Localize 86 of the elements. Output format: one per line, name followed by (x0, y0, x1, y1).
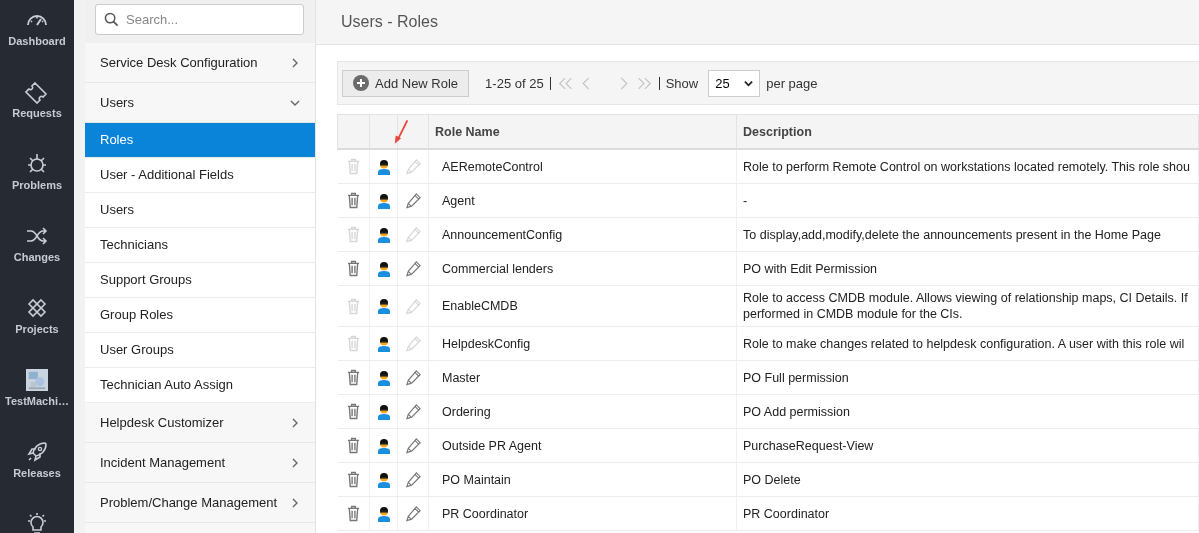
role-name: Agent (428, 183, 737, 218)
user-icon[interactable] (376, 298, 391, 314)
per-page-select[interactable]: 25 (708, 69, 761, 97)
chevron-right-icon (290, 57, 300, 68)
annotation-arrow (393, 118, 411, 146)
menu-item[interactable]: Support Groups (85, 263, 315, 298)
user-icon[interactable] (376, 505, 391, 522)
role-description: To display,add,modify,delete the announcements present in the Home Page (736, 217, 1199, 252)
nav-item[interactable]: Dashboard (0, 6, 74, 78)
menu-item[interactable]: Technician Auto Assign (85, 368, 315, 403)
menu-item[interactable]: User - Additional Fields (85, 158, 315, 193)
menu-item[interactable]: Group Roles (85, 298, 315, 333)
user-icon[interactable] (376, 369, 391, 386)
chevron-right-icon (290, 497, 300, 508)
role-description: - (736, 183, 1199, 218)
user-icon[interactable] (376, 471, 391, 488)
trash-icon[interactable] (346, 437, 360, 454)
nav-item[interactable]: TestMachi… (0, 366, 74, 438)
menu-item[interactable]: User Groups (85, 333, 315, 368)
role-description: PO Full permission (736, 360, 1199, 395)
column-header[interactable]: Role Name (428, 114, 737, 149)
pencil-icon[interactable] (404, 505, 422, 522)
role-name: AERemoteControl (428, 149, 737, 184)
nav-item[interactable]: Changes (0, 222, 74, 294)
rocket-icon (25, 440, 49, 464)
trash-icon[interactable] (346, 192, 360, 209)
pencil-icon[interactable] (404, 437, 422, 454)
user-icon[interactable] (376, 335, 391, 352)
ticket-icon (25, 80, 49, 104)
user-icon[interactable] (376, 437, 391, 454)
per-page-label: per page (766, 75, 818, 91)
pencil-icon[interactable] (404, 369, 422, 386)
user-icon[interactable] (376, 403, 391, 420)
role-name: Outside PR Agent (428, 428, 737, 463)
role-description: PurchaseRequest-View (736, 428, 1199, 463)
pencil-icon[interactable] (404, 192, 422, 209)
nav-item[interactable]: Projects (0, 294, 74, 366)
trash-icon[interactable] (346, 403, 360, 420)
trash-icon[interactable] (346, 369, 360, 386)
role-description: PO with Edit Permission (736, 251, 1199, 286)
show-label: Show (665, 75, 699, 91)
add-role-button[interactable]: Add New Role (342, 69, 470, 97)
nav-item[interactable]: Releases (0, 438, 74, 510)
menu-item[interactable]: Technicians (85, 228, 315, 263)
nav-item[interactable]: Problems (0, 150, 74, 222)
trash-icon[interactable] (346, 471, 360, 488)
trash-icon[interactable] (346, 260, 360, 277)
role-name: PO Maintain (428, 462, 737, 497)
menu-group[interactable]: Helpdesk Customizer (85, 403, 315, 443)
caret-icon (744, 78, 754, 88)
menu-item[interactable]: Users (85, 193, 315, 228)
menu-group[interactable]: Service Desk Configuration (85, 43, 315, 83)
menu-item[interactable]: Roles (85, 123, 315, 158)
role-description: PR Coordinator (736, 496, 1199, 531)
menu-group[interactable]: Problem/Change Management (85, 483, 315, 523)
pencil-icon[interactable] (404, 471, 422, 488)
lightbulb-icon (25, 512, 49, 533)
page-range: 1-25 of 25 (485, 75, 544, 91)
user-icon[interactable] (376, 158, 391, 175)
role-description: PO Delete (736, 462, 1199, 497)
role-name: Master (428, 360, 737, 395)
column-header[interactable]: Description (736, 114, 1199, 149)
search-field[interactable]: Search... (95, 4, 304, 35)
user-icon[interactable] (376, 192, 391, 209)
chevron-right-icon (290, 457, 300, 468)
role-description: Role to perform Remote Control on workstations located remotely. This role shou (736, 149, 1199, 184)
role-name: Commercial lenders (428, 251, 737, 286)
role-description: PO Add permission (736, 394, 1199, 429)
role-name: HelpdeskConfig (428, 326, 737, 361)
user-icon[interactable] (376, 226, 391, 243)
role-name: Ordering (428, 394, 737, 429)
trash-icon[interactable] (346, 505, 360, 522)
pencil-icon[interactable] (404, 260, 422, 277)
page-title: Users - Roles (341, 13, 438, 31)
menu-group[interactable]: Incident Management (85, 443, 315, 483)
role-name: EnableCMDB (428, 285, 737, 327)
pencil-icon[interactable] (404, 403, 422, 420)
user-icon[interactable] (376, 260, 391, 277)
role-name: PR Coordinator (428, 496, 737, 531)
role-name: AnnouncementConfig (428, 217, 737, 252)
search-icon (104, 12, 119, 27)
role-description: Role to make changes related to helpdesk configuration. A user with this role wil (736, 326, 1199, 361)
role-description: Role to access CMDB module. Allows viewing of relationship maps, CI Details. If performed in CMDB module for the CIs. (736, 285, 1199, 327)
plus-icon (353, 75, 369, 91)
nav-item[interactable]: Requests (0, 78, 74, 150)
chevron-right-icon (290, 417, 300, 428)
